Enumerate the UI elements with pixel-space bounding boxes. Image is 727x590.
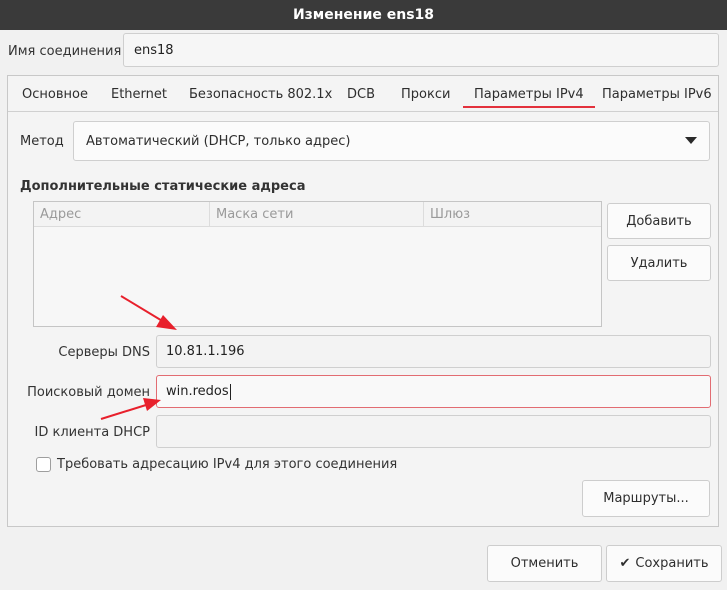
column-gateway[interactable]: Шлюз <box>424 202 602 227</box>
method-select[interactable]: Автоматический (DHCP, только адрес) <box>73 121 710 161</box>
settings-notebook: Основное Ethernet Безопасность 802.1x DC… <box>7 75 719 527</box>
tab-dcb[interactable]: DCB <box>347 76 375 112</box>
require-ipv4-checkbox[interactable] <box>36 457 51 472</box>
add-address-button[interactable]: Добавить <box>607 203 711 239</box>
search-domain-label: Поисковый домен <box>27 385 150 400</box>
text-cursor <box>229 383 231 400</box>
static-addresses-table[interactable]: Адрес Маска сети Шлюз <box>33 201 602 327</box>
column-address[interactable]: Адрес <box>34 202 210 227</box>
tab-bar: Основное Ethernet Безопасность 802.1x DC… <box>8 76 718 112</box>
require-ipv4-row[interactable]: Требовать адресацию IPv4 для этого соеди… <box>36 457 397 472</box>
column-netmask[interactable]: Маска сети <box>210 202 424 227</box>
tab-ethernet[interactable]: Ethernet <box>111 76 167 112</box>
routes-button[interactable]: Маршруты... <box>582 480 710 517</box>
table-header: Адрес Маска сети Шлюз <box>34 202 601 227</box>
save-button-label: Сохранить <box>635 556 709 571</box>
search-domain-input[interactable]: win.redos <box>156 375 711 408</box>
tab-proxy[interactable]: Прокси <box>401 76 450 112</box>
tab-general[interactable]: Основное <box>22 76 88 112</box>
connection-name-label: Имя соединения <box>8 44 122 59</box>
save-button[interactable]: ✔ Сохранить <box>606 545 722 582</box>
method-value: Автоматический (DHCP, только адрес) <box>86 133 351 149</box>
dns-servers-label: Серверы DNS <box>58 345 150 360</box>
dns-servers-input[interactable]: 10.81.1.196 <box>156 335 711 368</box>
tab-ipv4[interactable]: Параметры IPv4 <box>463 76 595 112</box>
tab-ipv6[interactable]: Параметры IPv6 <box>602 76 712 112</box>
dhcp-client-id-label: ID клиента DHCP <box>34 425 150 440</box>
static-addresses-title: Дополнительные статические адреса <box>20 179 306 194</box>
tab-security-8021x[interactable]: Безопасность 802.1x <box>189 76 332 112</box>
require-ipv4-label: Требовать адресацию IPv4 для этого соеди… <box>57 457 398 472</box>
connection-name-input[interactable]: ens18 <box>123 33 719 67</box>
window-title: Изменение ens18 <box>0 0 727 30</box>
delete-address-button[interactable]: Удалить <box>607 245 711 281</box>
chevron-down-icon <box>685 137 697 144</box>
method-label: Метод <box>20 134 64 149</box>
cancel-button[interactable]: Отменить <box>487 545 602 582</box>
dhcp-client-id-input[interactable] <box>156 415 711 448</box>
search-domain-value: win.redos <box>166 384 229 399</box>
check-icon: ✔ <box>619 556 631 571</box>
